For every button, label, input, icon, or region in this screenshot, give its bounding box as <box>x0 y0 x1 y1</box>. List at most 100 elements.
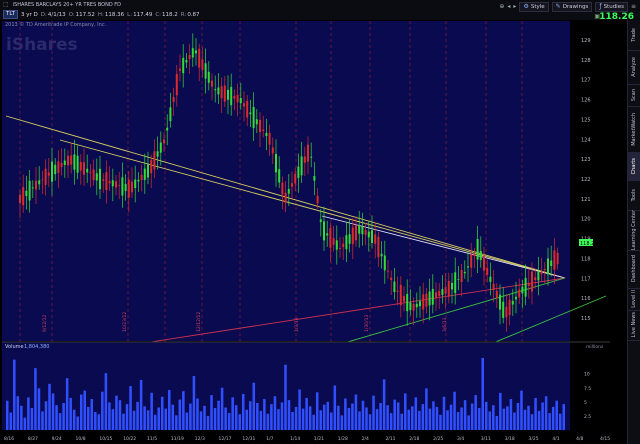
volume-bar <box>333 385 337 430</box>
studies-button[interactable]: ƒ Studies <box>595 2 628 12</box>
candle-body <box>425 293 428 307</box>
candle-body <box>268 132 271 145</box>
volume-bar <box>551 406 555 430</box>
drawings-button[interactable]: ✎ Drawings <box>551 2 593 12</box>
volume-bar <box>72 409 76 430</box>
volume-bar <box>139 379 143 430</box>
price-tick-label: 117 <box>581 276 591 282</box>
volume-bar <box>23 417 27 430</box>
link-icon[interactable]: ⬚ <box>3 1 9 9</box>
candle-body <box>294 173 297 184</box>
volume-bar <box>37 388 41 430</box>
watermark: iShares <box>6 35 78 55</box>
volume-bar <box>372 395 375 430</box>
volume-bar <box>361 400 365 430</box>
candle-body <box>223 85 226 102</box>
volume-bar <box>256 402 259 430</box>
candle-body <box>115 181 117 188</box>
volume-bar <box>403 393 407 430</box>
volume-bar <box>97 414 101 430</box>
tab-analyze[interactable]: Analyze <box>628 50 640 85</box>
candle-body <box>291 183 293 187</box>
candle-body <box>351 227 354 245</box>
volume-bar <box>488 411 492 430</box>
candle-body <box>134 179 137 189</box>
candle-body <box>262 129 265 131</box>
volume-bar <box>157 407 160 430</box>
volume-bar <box>537 410 541 430</box>
tab-level-ii[interactable]: Level II <box>628 288 640 311</box>
candle-body <box>319 219 322 223</box>
studies-button-label: Studies <box>603 4 624 10</box>
tab-trade[interactable]: Trade <box>628 20 640 51</box>
price-axis: 1291281271261251241231221211201191181171… <box>581 38 591 322</box>
tab-tools[interactable]: Tools <box>628 180 640 211</box>
volume-bar <box>111 409 115 430</box>
candle-body <box>399 284 402 306</box>
event-label: 10/23/12 <box>122 312 128 332</box>
volume-bar <box>308 406 312 430</box>
volume-bar <box>400 413 403 430</box>
price-tick-label: 120 <box>581 217 591 223</box>
volume-bar <box>175 415 178 430</box>
tab-live-news[interactable]: Live News <box>628 310 640 341</box>
candle-body <box>22 187 25 206</box>
date-tick-label: 1/21 <box>314 436 324 442</box>
candle-body <box>460 269 463 283</box>
zoom-icon[interactable]: ⊕ <box>499 3 504 11</box>
candle-body <box>19 194 21 204</box>
candle-body <box>435 292 437 299</box>
tab-charts[interactable]: Charts <box>628 152 640 181</box>
volume-bar <box>34 368 37 430</box>
volume-bar <box>435 406 439 430</box>
candle-body <box>211 80 213 87</box>
scroll-right-icon[interactable]: ▸ <box>513 3 516 11</box>
candle-body <box>175 73 178 96</box>
candle-body <box>335 240 338 250</box>
candle-body <box>502 301 505 318</box>
symbol-selector[interactable]: TLT <box>3 10 19 19</box>
volume-bar <box>513 412 516 430</box>
volume-bar <box>284 364 287 430</box>
tab-learning-center[interactable]: Learning Center <box>628 210 640 251</box>
volume-bar <box>150 392 153 430</box>
volume-bar <box>270 404 273 430</box>
volume-bar <box>101 391 104 430</box>
volume-bar <box>266 413 270 430</box>
date-axis: 8/16 8/27 9/24 10/8 10/15 10/22 11/5 11/19 12/3 1… <box>0 430 612 444</box>
volume-bar <box>534 397 537 430</box>
candle-body <box>447 280 450 297</box>
volume-bar <box>76 416 79 430</box>
price-chart[interactable]: iShares 2013 © TD Ameritrade IP Company,… <box>0 20 628 444</box>
volume-bar <box>421 404 425 430</box>
candle-body <box>313 176 316 181</box>
candle-body <box>409 302 412 311</box>
tab-label: MarketWatch <box>631 112 637 146</box>
volume-bar <box>319 410 322 430</box>
tab-dashboard[interactable]: Dashboard <box>628 250 640 289</box>
volume-bar <box>509 399 513 430</box>
candle-body <box>278 169 281 183</box>
volume-bar <box>499 392 502 430</box>
scroll-left-icon[interactable]: ◂ <box>507 3 510 11</box>
volume-bar <box>428 408 432 430</box>
candle-body <box>131 181 133 193</box>
ohlc-high-label: H: <box>97 11 104 18</box>
candle-body <box>99 168 101 190</box>
tab-marketwatch[interactable]: MarketWatch <box>628 106 640 153</box>
candle-body <box>473 254 476 257</box>
candle-body <box>76 155 79 173</box>
volume-bar <box>414 397 418 430</box>
timeframe-selector[interactable]: 3 yr D <box>21 12 38 18</box>
candle-body <box>515 296 517 300</box>
volume-bar <box>351 403 354 430</box>
candle-body <box>508 299 511 315</box>
candle-body <box>281 182 284 195</box>
candle-body <box>310 156 313 158</box>
menu-icon[interactable]: ≡ <box>631 3 636 11</box>
tab-scan[interactable]: Scan <box>628 84 640 107</box>
price-tick-label: 122 <box>581 177 591 183</box>
style-button[interactable]: ⚙ Style <box>519 2 549 12</box>
candle-body <box>217 87 220 95</box>
volume-bar <box>305 397 308 430</box>
